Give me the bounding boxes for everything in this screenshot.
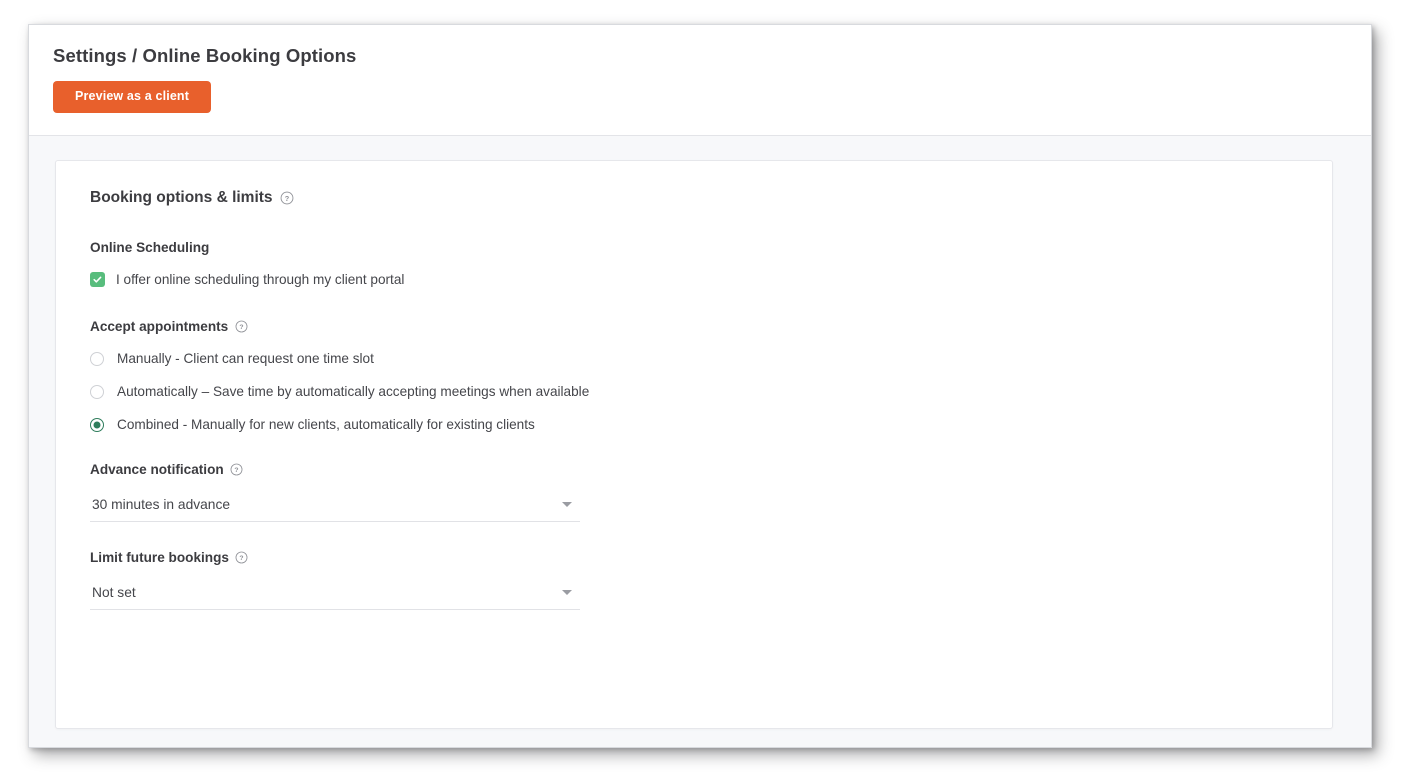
limit-future-bookings-field: Limit future bookings ? Not set [90, 550, 1298, 610]
radio-indicator-selected[interactable] [90, 417, 104, 432]
radio-indicator[interactable] [90, 351, 104, 366]
help-circle-icon[interactable]: ? [230, 463, 244, 477]
preview-as-client-button[interactable]: Preview as a client [53, 81, 212, 113]
chevron-down-icon[interactable] [562, 502, 572, 507]
page-title: Settings / Online Booking Options [53, 45, 357, 66]
page-header: Settings / Online Booking Options Previe… [29, 25, 1371, 136]
card-title-text: Booking options & limits [90, 189, 273, 206]
advance-notification-value: 30 minutes in advance [92, 497, 231, 512]
booking-options-card: Booking options & limits ? Online Schedu… [55, 160, 1333, 729]
card-title: Booking options & limits ? [90, 189, 1298, 207]
radio-option-manually[interactable]: Manually - Client can request one time s… [90, 351, 1298, 366]
page-body: Booking options & limits ? Online Schedu… [29, 136, 1371, 747]
svg-text:?: ? [240, 555, 244, 562]
limit-future-bookings-label: Limit future bookings ? [90, 550, 1298, 565]
accept-appointments-label: Accept appointments ? [90, 319, 1298, 334]
app-panel: Settings / Online Booking Options Previe… [28, 24, 1372, 748]
online-scheduling-checkbox-label: I offer online scheduling through my cli… [116, 272, 405, 287]
radio-option-label: Combined - Manually for new clients, aut… [117, 417, 535, 432]
limit-future-bookings-value: Not set [92, 585, 136, 600]
radio-indicator[interactable] [90, 384, 104, 399]
radio-option-combined[interactable]: Combined - Manually for new clients, aut… [90, 417, 1298, 432]
advance-notification-label: Advance notification ? [90, 462, 1298, 477]
online-scheduling-label: Online Scheduling [90, 240, 1298, 255]
svg-text:?: ? [284, 194, 289, 203]
advance-notification-label-text: Advance notification [90, 462, 224, 477]
advance-notification-select[interactable]: 30 minutes in advance [90, 494, 580, 522]
svg-text:?: ? [235, 467, 239, 474]
limit-future-bookings-select[interactable]: Not set [90, 582, 580, 610]
screen-root: Settings / Online Booking Options Previe… [0, 0, 1402, 784]
chevron-down-icon[interactable] [562, 590, 572, 595]
advance-notification-field: Advance notification ? 30 minutes in adv… [90, 462, 1298, 522]
radio-option-label: Automatically – Save time by automatical… [117, 384, 590, 399]
help-circle-icon[interactable]: ? [235, 551, 249, 565]
accept-appointments-radio-group: Manually - Client can request one time s… [90, 351, 1298, 432]
help-circle-icon[interactable]: ? [234, 320, 248, 334]
limit-future-bookings-label-text: Limit future bookings [90, 550, 229, 565]
svg-text:?: ? [239, 324, 243, 331]
online-scheduling-label-text: Online Scheduling [90, 240, 210, 255]
radio-option-automatically[interactable]: Automatically – Save time by automatical… [90, 384, 1298, 399]
online-scheduling-checkbox-row[interactable]: I offer online scheduling through my cli… [90, 272, 1298, 287]
radio-option-label: Manually - Client can request one time s… [117, 351, 374, 366]
online-scheduling-checkbox[interactable] [90, 272, 105, 287]
accept-appointments-label-text: Accept appointments [90, 319, 229, 334]
help-circle-icon[interactable]: ? [280, 191, 294, 205]
